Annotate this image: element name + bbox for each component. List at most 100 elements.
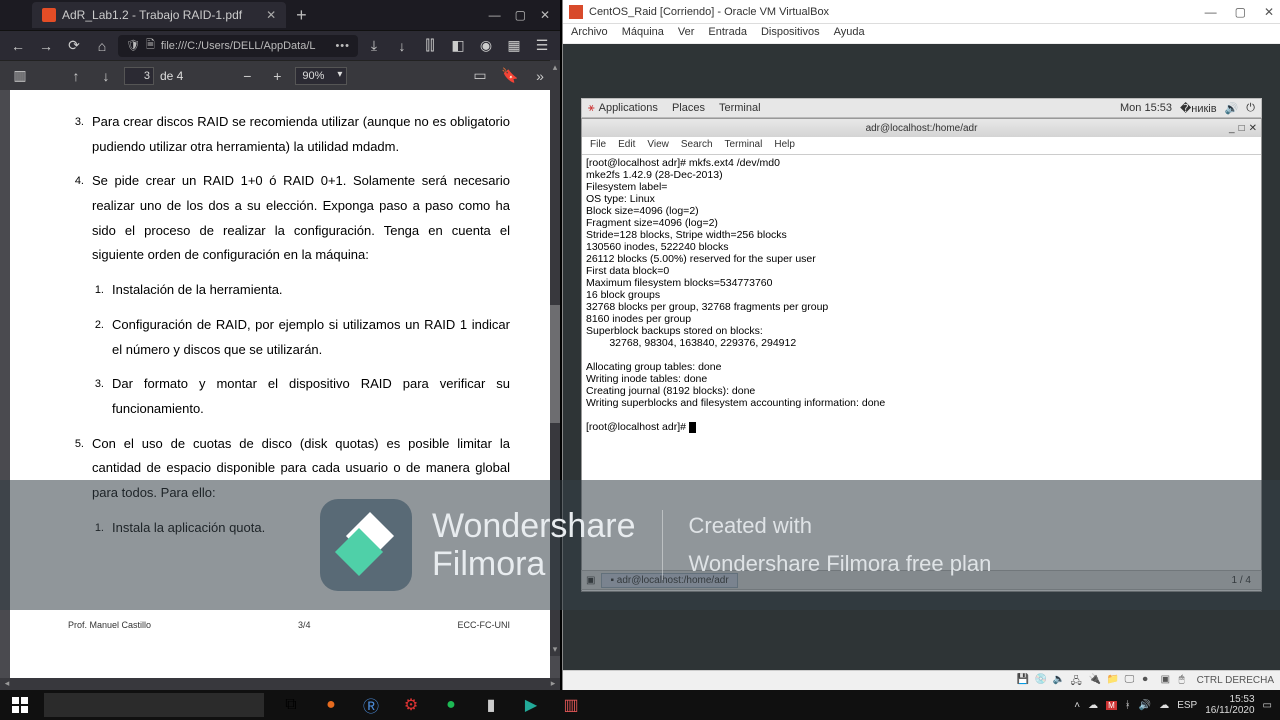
menu-applications[interactable]: Applications	[599, 102, 658, 114]
hamburger-menu-icon[interactable]: ☰	[530, 34, 554, 58]
term-menu-edit[interactable]: Edit	[618, 139, 635, 152]
tab-close-icon[interactable]: ✕	[266, 8, 276, 22]
term-minimize-icon[interactable]: _	[1229, 123, 1235, 134]
taskbar-app[interactable]: ▶	[512, 690, 550, 720]
pdf-page-down-icon[interactable]: ↓	[94, 64, 118, 88]
term-menu-file[interactable]: File	[590, 139, 606, 152]
term-menu-view[interactable]: View	[647, 139, 669, 152]
vb-menu-ayuda[interactable]: Ayuda	[834, 26, 865, 41]
firefox-titlebar[interactable]: AdR_Lab1.2 - Trabajo RAID-1.pdf ✕ + — ▢ …	[0, 0, 560, 30]
tray-clock[interactable]: 15:53 16/11/2020	[1205, 694, 1254, 716]
terminal-titlebar[interactable]: adr@localhost:/home/adr _ □ ✕	[582, 119, 1261, 137]
downloads-icon[interactable]: ↓	[390, 34, 414, 58]
pdf-bookmark-icon[interactable]: 🔖	[498, 64, 522, 88]
pdf-tools-icon[interactable]: »	[528, 64, 552, 88]
new-tab-button[interactable]: +	[296, 5, 307, 26]
vb-cpu-icon[interactable]: ▣	[1161, 674, 1175, 688]
vb-menu-ver[interactable]: Ver	[678, 26, 695, 41]
scroll-thumb[interactable]	[550, 305, 560, 423]
terminal-output[interactable]: [root@localhost adr]# mkfs.ext4 /dev/md0…	[582, 155, 1261, 591]
term-menu-terminal[interactable]: Terminal	[725, 139, 763, 152]
power-icon[interactable]: ⏻	[1246, 102, 1255, 115]
taskbar-app[interactable]: ●	[312, 690, 350, 720]
show-desktop-icon[interactable]: ▣	[586, 575, 595, 586]
sidebar-icon[interactable]: ◧	[446, 34, 470, 58]
vb-shared-folder-icon[interactable]: 📁	[1107, 674, 1121, 688]
pdf-zoom-select[interactable]: 90%	[295, 67, 347, 85]
nav-reload-icon[interactable]: ⟳	[62, 34, 86, 58]
taskbar-terminal-item[interactable]: ▪ adr@localhost:/home/adr	[601, 573, 737, 588]
url-bar[interactable]: 🛡 🗎 file:///C:/Users/DELL/AppData/L •••	[118, 35, 358, 57]
vb-menu-dispositivos[interactable]: Dispositivos	[761, 26, 820, 41]
taskbar-app[interactable]: Ⓡ	[352, 690, 390, 720]
term-menu-search[interactable]: Search	[681, 139, 713, 152]
tray-notifications-icon[interactable]: ▭	[1263, 700, 1272, 711]
term-menu-help[interactable]: Help	[774, 139, 795, 152]
vb-network-icon[interactable]: 🖧	[1071, 674, 1085, 688]
vb-minimize-icon[interactable]: —	[1205, 5, 1217, 19]
taskbar-terminal-icon[interactable]: ▮	[472, 690, 510, 720]
nav-back-icon[interactable]: ←	[6, 34, 30, 58]
scroll-right-icon[interactable]: ▸	[546, 678, 560, 690]
virtualbox-titlebar[interactable]: CentOS_Raid [Corriendo] - Oracle VM Virt…	[563, 0, 1280, 24]
taskbar-app[interactable]: ▥	[552, 690, 590, 720]
vb-optical-icon[interactable]: 💿	[1035, 674, 1049, 688]
start-button[interactable]	[0, 690, 40, 720]
pdf-presentation-icon[interactable]: ▭	[468, 64, 492, 88]
vb-display-icon[interactable]: 🖵	[1125, 674, 1139, 688]
taskbar-spotify-icon[interactable]: ●	[432, 690, 470, 720]
vb-hdd-icon[interactable]: 💾	[1017, 674, 1031, 688]
pdf-zoom-out-icon[interactable]: −	[235, 64, 259, 88]
tray-chevron-up-icon[interactable]: ˄	[1074, 700, 1080, 711]
save-to-pocket-icon[interactable]: ⤓	[362, 34, 386, 58]
tray-volume-icon[interactable]: 🔊	[1139, 700, 1151, 711]
vb-close-icon[interactable]: ✕	[1264, 5, 1274, 19]
scroll-up-icon[interactable]: ▴	[550, 60, 560, 74]
scroll-down-icon[interactable]: ▾	[550, 642, 560, 656]
pdf-page-input[interactable]	[124, 67, 154, 85]
pdf-sidebar-toggle-icon[interactable]: ▥	[8, 64, 32, 88]
menu-terminal[interactable]: Terminal	[719, 102, 761, 114]
account-icon[interactable]: ◉	[474, 34, 498, 58]
vb-menu-archivo[interactable]: Archivo	[571, 26, 608, 41]
vb-recording-icon[interactable]: ⏺	[1143, 674, 1157, 688]
library-icon[interactable]: ⫿⫿	[418, 34, 442, 58]
pdf-viewport[interactable]: 3.Para crear discos RAID se recomienda u…	[0, 90, 560, 690]
taskbar-search[interactable]	[44, 693, 264, 717]
vm-display[interactable]: ⚹ Applications Places Terminal Mon 15:53…	[563, 44, 1280, 670]
vb-mouse-icon[interactable]: 🖱	[1179, 674, 1193, 688]
vb-menu-maquina[interactable]: Máquina	[622, 26, 664, 41]
workspace-indicator[interactable]: 1 / 4	[1226, 575, 1257, 586]
pdf-scrollbar-horizontal[interactable]: ◂ ▸	[0, 678, 560, 690]
vb-menu-entrada[interactable]: Entrada	[708, 26, 747, 41]
tray-cloud-icon[interactable]: ☁	[1159, 700, 1169, 711]
gnome-clock[interactable]: Mon 15:53	[1120, 102, 1172, 114]
term-close-icon[interactable]: ✕	[1249, 123, 1257, 134]
window-minimize-icon[interactable]: —	[489, 8, 501, 22]
tray-gmail-icon[interactable]: M	[1106, 701, 1117, 710]
activities-icon[interactable]: ⚹	[588, 102, 595, 115]
network-icon[interactable]: �ників	[1180, 102, 1217, 115]
tray-bluetooth-icon[interactable]: ᚼ	[1125, 700, 1131, 711]
taskbar-app[interactable]: ⚙	[392, 690, 430, 720]
window-close-icon[interactable]: ✕	[540, 8, 550, 22]
extensions-icon[interactable]: ▦	[502, 34, 526, 58]
page-actions-icon[interactable]: •••	[335, 40, 350, 52]
scroll-left-icon[interactable]: ◂	[0, 678, 14, 690]
task-view-icon[interactable]: ⧉	[272, 690, 310, 720]
pdf-zoom-in-icon[interactable]: +	[265, 64, 289, 88]
tray-onedrive-icon[interactable]: ☁	[1088, 700, 1098, 711]
vb-usb-icon[interactable]: 🔌	[1089, 674, 1103, 688]
pdf-scrollbar-vertical[interactable]: ▴ ▾	[550, 60, 560, 656]
volume-icon[interactable]: 🔊	[1225, 102, 1239, 115]
browser-tab[interactable]: AdR_Lab1.2 - Trabajo RAID-1.pdf ✕	[32, 2, 286, 28]
window-maximize-icon[interactable]: ▢	[515, 8, 526, 22]
menu-places[interactable]: Places	[672, 102, 705, 114]
pdf-page-up-icon[interactable]: ↑	[64, 64, 88, 88]
nav-home-icon[interactable]: ⌂	[90, 34, 114, 58]
nav-forward-icon[interactable]: →	[34, 34, 58, 58]
vb-audio-icon[interactable]: 🔈	[1053, 674, 1067, 688]
vb-maximize-icon[interactable]: ▢	[1235, 5, 1246, 19]
term-maximize-icon[interactable]: □	[1239, 123, 1245, 134]
tray-language[interactable]: ESP	[1177, 700, 1197, 711]
